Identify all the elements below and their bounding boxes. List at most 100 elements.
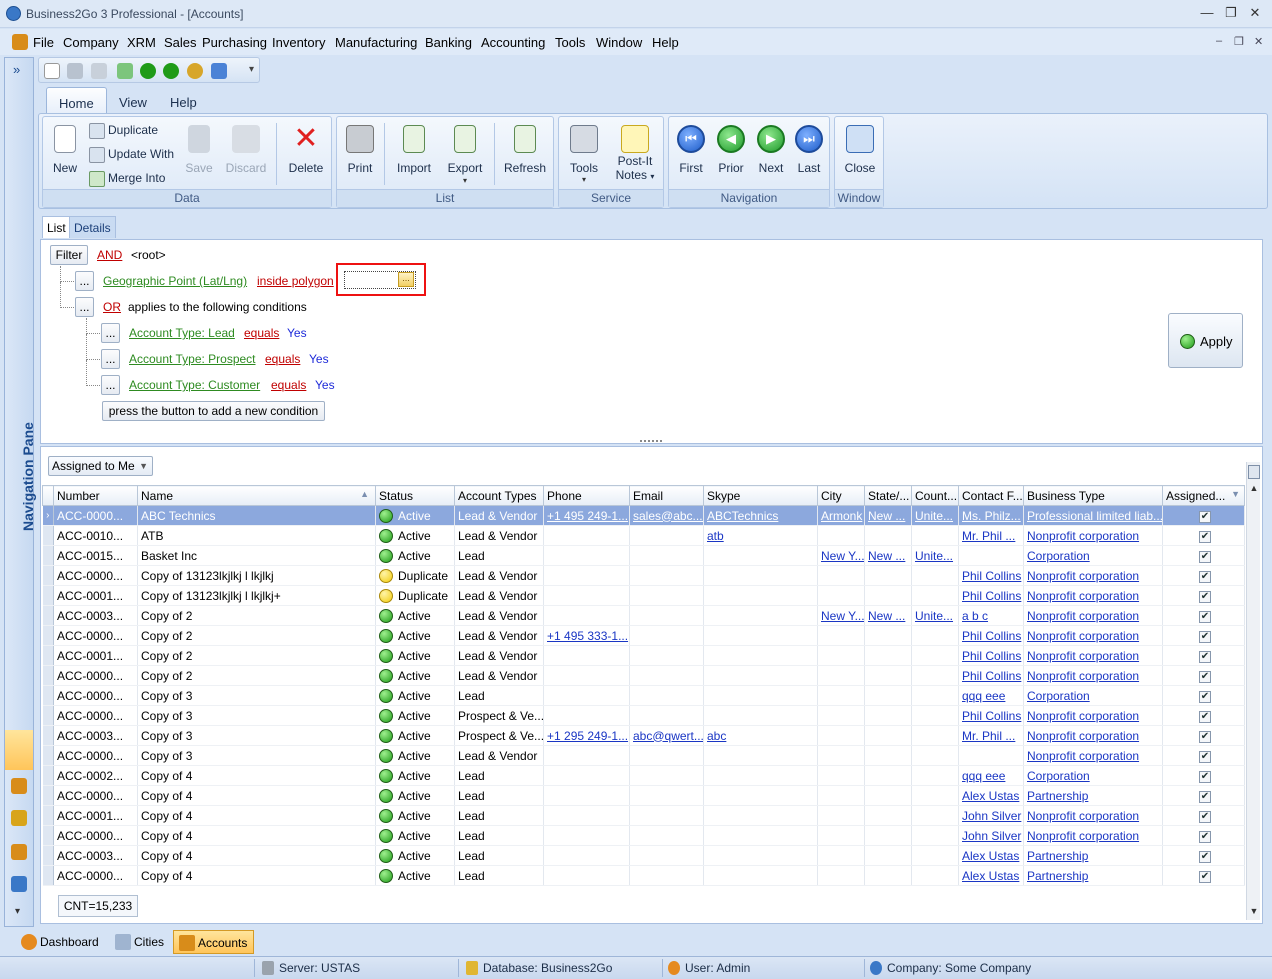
cell-city[interactable] — [817, 665, 865, 686]
cell-city[interactable] — [817, 705, 865, 726]
cell-link[interactable]: Mr. Phil ... — [962, 729, 1015, 743]
cell-state[interactable] — [864, 745, 912, 766]
cell-link[interactable]: Phil Collins — [962, 649, 1021, 663]
first-button[interactable]: ⏮ First — [673, 125, 709, 175]
cell-phone[interactable] — [543, 545, 630, 566]
cell-link[interactable]: Alex Ustas — [962, 869, 1019, 883]
cell-skype[interactable] — [703, 645, 818, 666]
cell-phone[interactable] — [543, 705, 630, 726]
cell-country[interactable] — [911, 725, 959, 746]
row-indicator[interactable] — [42, 605, 54, 626]
cell-account-types[interactable]: Lead & Vendor — [454, 645, 544, 666]
filter-button[interactable]: Filter — [50, 245, 88, 265]
cell-business-type[interactable]: Nonprofit corporation — [1023, 725, 1163, 746]
mdi-minimize-icon[interactable]: – — [1216, 35, 1222, 47]
cell-link[interactable]: +1 495 249-1... — [547, 509, 628, 523]
cell-link[interactable]: Nonprofit corporation — [1027, 609, 1139, 623]
cell-state[interactable] — [864, 725, 912, 746]
table-row[interactable]: ACC-0015... Basket Inc Active Lead New Y... N… — [42, 545, 1245, 566]
cell-status[interactable]: Active — [375, 825, 455, 846]
cell-phone[interactable] — [543, 765, 630, 786]
cell-number[interactable]: ACC-0002... — [53, 765, 138, 786]
cell-contact[interactable] — [958, 745, 1024, 766]
assigned-checkbox[interactable]: ✔ — [1199, 631, 1211, 643]
last-button[interactable]: ⏭ Last — [791, 125, 827, 175]
scroll-up-icon[interactable]: ▲ — [1248, 483, 1260, 495]
cell-link[interactable]: qqq eee — [962, 689, 1005, 703]
cell-link[interactable]: a b c — [962, 609, 988, 623]
cell-skype[interactable] — [703, 665, 818, 686]
cell-state[interactable] — [864, 825, 912, 846]
table-row[interactable]: ACC-0000... Copy of 4 Active Lead Alex Ustas… — [42, 785, 1245, 806]
cell-state[interactable] — [864, 805, 912, 826]
cell-link[interactable]: Nonprofit corporation — [1027, 589, 1139, 603]
cell-name[interactable]: Copy of 2 — [137, 665, 376, 686]
cell-assigned[interactable]: ✔ — [1162, 745, 1245, 766]
cell-account-types[interactable]: Lead — [454, 865, 544, 886]
cell-number[interactable]: ACC-0000... — [53, 505, 138, 526]
cell-name[interactable]: ATB — [137, 525, 376, 546]
menu-sales[interactable]: Sales — [164, 35, 197, 50]
cell-link[interactable]: Ms. Philz... — [962, 509, 1021, 523]
close-window-icon[interactable]: ✕ — [1246, 5, 1264, 21]
row-indicator[interactable] — [42, 725, 54, 746]
cell-city[interactable] — [817, 725, 865, 746]
row-indicator[interactable] — [42, 585, 54, 606]
cell-status[interactable]: Active — [375, 685, 455, 706]
cell-name[interactable]: Copy of 3 — [137, 705, 376, 726]
menu-banking[interactable]: Banking — [425, 35, 472, 50]
assigned-checkbox[interactable]: ✔ — [1199, 791, 1211, 803]
cell-link[interactable]: Unite... — [915, 549, 953, 563]
cell-country[interactable] — [911, 805, 959, 826]
cell-phone[interactable] — [543, 525, 630, 546]
cell-email[interactable] — [629, 525, 704, 546]
cell-city[interactable]: Armonk — [817, 505, 865, 526]
menu-company[interactable]: Company — [63, 35, 119, 50]
row-indicator[interactable] — [42, 545, 54, 566]
cell-business-type[interactable]: Nonprofit corporation — [1023, 625, 1163, 646]
cell-number[interactable]: ACC-0001... — [53, 585, 138, 606]
cell-status[interactable]: Duplicate — [375, 585, 455, 606]
cell-state[interactable] — [864, 865, 912, 886]
assigned-checkbox[interactable]: ✔ — [1199, 571, 1211, 583]
subcondition3-field[interactable]: Account Type: Customer — [129, 378, 260, 392]
cell-phone[interactable]: +1 495 333-1... — [543, 625, 630, 646]
cell-skype[interactable]: ABCTechnics — [703, 505, 818, 526]
post-it-notes-button[interactable]: Post-It Notes ▾ — [611, 125, 659, 182]
cell-email[interactable]: abc@qwert... — [629, 725, 704, 746]
cell-business-type[interactable]: Corporation — [1023, 545, 1163, 566]
col-contact[interactable]: Contact F... — [958, 485, 1024, 506]
cell-assigned[interactable]: ✔ — [1162, 785, 1245, 806]
cell-assigned[interactable]: ✔ — [1162, 865, 1245, 886]
cell-link[interactable]: Corporation — [1027, 689, 1090, 703]
cell-city[interactable] — [817, 685, 865, 706]
doc-tab-cities[interactable]: Cities — [110, 930, 170, 954]
cell-skype[interactable] — [703, 765, 818, 786]
cell-name[interactable]: Copy of 2 — [137, 625, 376, 646]
cell-status[interactable]: Active — [375, 545, 455, 566]
cell-number[interactable]: ACC-0003... — [53, 845, 138, 866]
row-indicator[interactable] — [42, 845, 54, 866]
cell-link[interactable]: Nonprofit corporation — [1027, 669, 1139, 683]
assigned-checkbox[interactable]: ✔ — [1199, 871, 1211, 883]
cell-number[interactable]: ACC-0000... — [53, 665, 138, 686]
table-row[interactable]: ACC-0000... Copy of 3 Active Lead qqq eee Cor… — [42, 685, 1245, 706]
cell-account-types[interactable]: Lead — [454, 685, 544, 706]
cell-number[interactable]: ACC-0010... — [53, 525, 138, 546]
cell-business-type[interactable]: Corporation — [1023, 685, 1163, 706]
cell-country[interactable] — [911, 585, 959, 606]
prior-button[interactable]: ◀ Prior — [713, 125, 749, 175]
cell-account-types[interactable]: Lead — [454, 825, 544, 846]
cell-assigned[interactable]: ✔ — [1162, 805, 1245, 826]
new-button[interactable]: New — [49, 125, 81, 175]
mdi-close-icon[interactable]: ✕ — [1254, 35, 1263, 48]
cell-state[interactable]: New ... — [864, 605, 912, 626]
cell-status[interactable]: Active — [375, 625, 455, 646]
subcondition1-menu-button[interactable]: ... — [101, 323, 120, 343]
cell-link[interactable]: qqq eee — [962, 769, 1005, 783]
col-status[interactable]: Status — [375, 485, 455, 506]
cell-link[interactable]: ABCTechnics — [707, 509, 778, 523]
assigned-filter-dropdown[interactable]: Assigned to Me ▼ — [48, 456, 153, 476]
row-indicator[interactable] — [42, 805, 54, 826]
cell-account-types[interactable]: Prospect & Ve... — [454, 725, 544, 746]
